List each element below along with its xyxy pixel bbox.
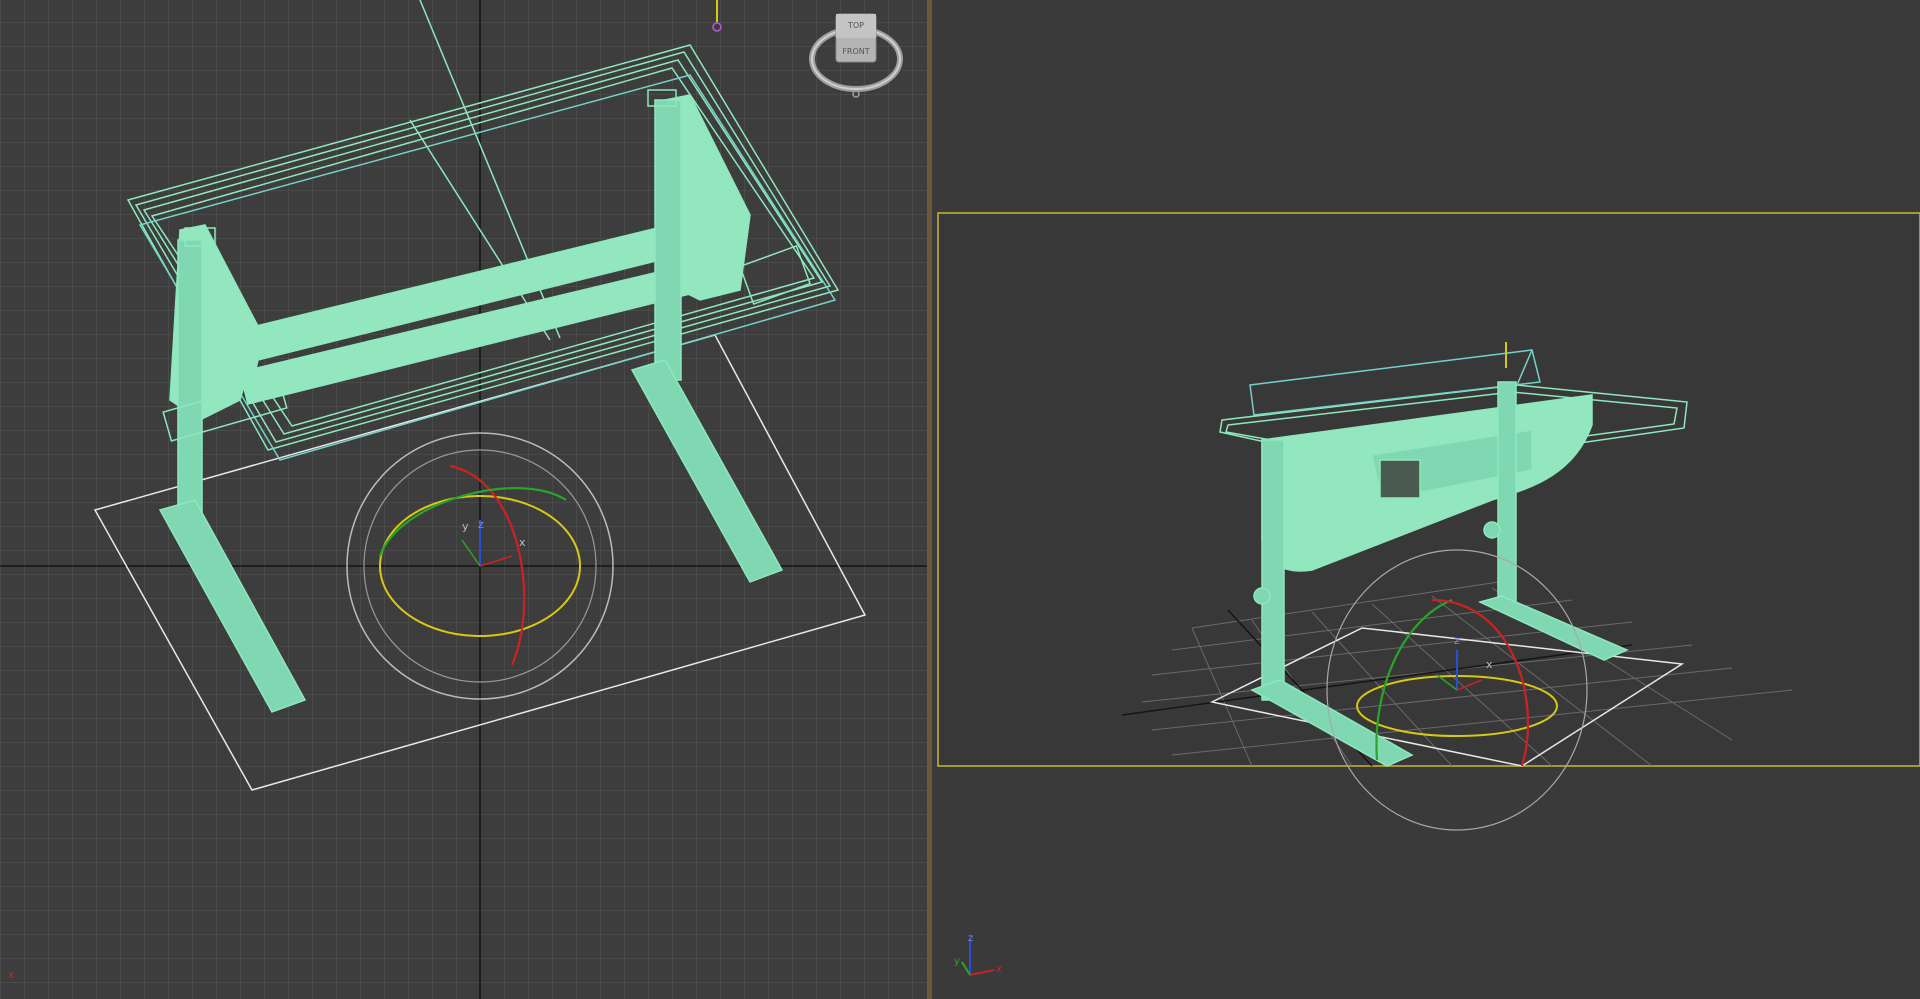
persp-gizmo-z-label: z — [1454, 634, 1460, 647]
corner-x-label: x — [8, 968, 15, 981]
3d-editor: x y z x TOP FRONT z x z x y — [0, 0, 1920, 999]
perspective-viewport[interactable]: z x z x y — [932, 0, 1920, 999]
viewcube[interactable]: TOP FRONT — [808, 12, 904, 98]
tripod-y-label: y — [954, 956, 960, 967]
persp-gizmo-x-label: x — [1486, 658, 1493, 671]
viewcube-top-label[interactable]: TOP — [844, 21, 868, 30]
top-viewport[interactable]: x y z x TOP FRONT — [0, 0, 927, 999]
tripod-z-label: z — [968, 933, 973, 944]
top-viewport-canvas[interactable]: x y z x — [0, 0, 927, 999]
gizmo-y-label: y — [462, 520, 469, 533]
perspective-viewport-canvas[interactable]: z x z x y — [932, 0, 1920, 999]
tripod-x-label: x — [996, 964, 1002, 975]
home-grid — [0, 0, 927, 999]
gizmo-x-label: x — [519, 536, 526, 549]
viewcube-front-label[interactable]: FRONT — [838, 47, 874, 56]
gizmo-z-label: z — [478, 518, 484, 531]
